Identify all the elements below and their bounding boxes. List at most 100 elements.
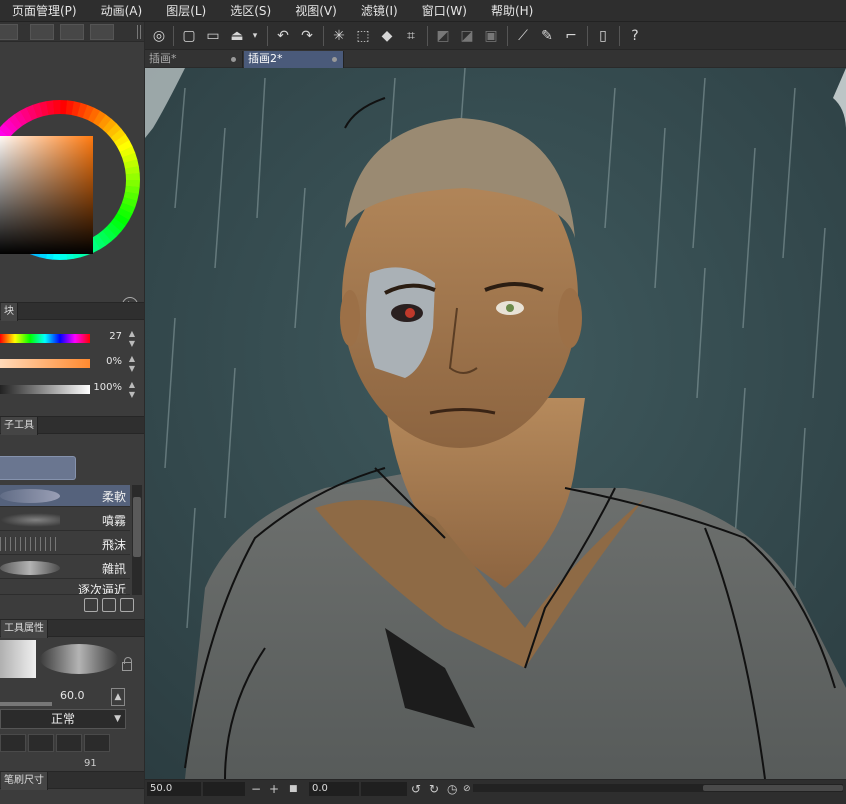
brush-item-spray[interactable]: 噴霧 (0, 509, 130, 531)
brush-item-approx[interactable]: 逐次逼近 (0, 581, 130, 595)
rotate-right-icon[interactable]: ↻ (429, 781, 439, 797)
blend-mode-value: 正常 (50, 712, 75, 726)
sub-tool-title[interactable]: 子工具 (1, 417, 38, 435)
approx-color-tab[interactable] (90, 24, 114, 40)
drawing-canvas[interactable] (145, 68, 846, 779)
rotation-slider[interactable] (361, 782, 407, 796)
brush-stroke-preview (0, 513, 60, 527)
ruler-icon[interactable]: ⟋ (513, 26, 533, 46)
redo-icon[interactable]: ↷ (297, 26, 317, 46)
color-slider-header: 块 (0, 302, 144, 321)
texture-cell[interactable] (84, 734, 110, 752)
menu-layer[interactable]: 图层(L) (154, 0, 218, 22)
brush-stroke-preview (0, 489, 60, 503)
zoom-out-button[interactable]: − (251, 781, 261, 797)
brush-list: 柔軟 噴霧 飛沫 雜訊 逐次逼近 (0, 485, 144, 595)
brush-size-slider[interactable] (0, 702, 52, 706)
scrollbar-thumb[interactable] (133, 497, 141, 557)
brush-size-title[interactable]: 笔刷尺寸 (1, 772, 48, 790)
brush-label: 雜訊 (101, 562, 126, 576)
panel-grip-icon[interactable] (137, 25, 141, 39)
app-window: 页面管理(P) 动画(A) 图层(L) 选区(S) 视图(V) 滤镜(I) 窗口… (0, 0, 846, 804)
brightness-slider-row: 100% ▲ ▼ (0, 379, 144, 401)
brush-item-soft[interactable]: 柔軟 (0, 485, 130, 507)
download-icon[interactable] (84, 598, 98, 612)
brush-item-noise[interactable]: 雜訊 (0, 557, 130, 579)
zoom-field[interactable]: 50.0 (147, 782, 201, 796)
color-set-tab[interactable] (30, 24, 54, 40)
texture-cell[interactable] (28, 734, 54, 752)
brush-label: 噴霧 (101, 514, 126, 528)
toolbar-separator (587, 26, 588, 46)
duplicate-icon[interactable] (102, 598, 116, 612)
brush-size-up-button[interactable]: ▲ (111, 688, 125, 706)
loading-icon[interactable]: ✳ (329, 26, 349, 46)
zoom-in-button[interactable]: + (269, 781, 279, 797)
tone-icon[interactable]: ◩ (433, 26, 453, 46)
hue-spinner[interactable]: ▲ ▼ (126, 329, 138, 349)
chevron-down-icon[interactable]: ▾ (245, 26, 265, 46)
hue-ring-segment[interactable] (125, 173, 140, 181)
scrollbar-thumb[interactable] (703, 785, 843, 791)
flip-icon[interactable]: ⊘ (463, 781, 471, 797)
brightness-slider[interactable] (0, 385, 90, 394)
snap-icon[interactable]: ⌐ (561, 26, 581, 46)
fit-icon[interactable]: ■ (289, 781, 298, 797)
texture-cell[interactable] (0, 734, 26, 752)
brightness-spinner[interactable]: ▲ ▼ (126, 380, 138, 400)
blend-mode-select[interactable]: 正常 ▼ (0, 709, 126, 729)
hue-ring-segment[interactable] (53, 100, 61, 115)
saturation-value: 0% (106, 356, 122, 367)
fill-icon[interactable]: ◆ (377, 26, 397, 46)
menu-view[interactable]: 视图(V) (283, 0, 349, 22)
lock-icon[interactable] (122, 657, 132, 671)
color-wheel[interactable] (0, 42, 145, 318)
left-panel: 255 255 255 块 27 ▲▼ 0% ▲▼ 100% ▲▼ 子工具 (0, 22, 145, 804)
brush-item-splash[interactable]: 飛沫 (0, 533, 130, 555)
smartphone-icon[interactable]: ▯ (593, 26, 613, 46)
reset-rotation-icon[interactable]: ◷ (447, 781, 457, 797)
tab-illustration-1[interactable]: 插画* (145, 51, 243, 68)
rotation-field[interactable]: 0.0 (309, 782, 359, 796)
saturation-spinner[interactable]: ▲ ▼ (126, 354, 138, 374)
intermediate-color-tab[interactable] (60, 24, 84, 40)
help-icon[interactable]: ? (625, 26, 645, 46)
canvas-horizontal-scrollbar[interactable] (473, 784, 843, 792)
zoom-slider[interactable] (203, 782, 245, 796)
palette-tabs (0, 22, 144, 42)
brush-size-row: 60.0 ▲ (0, 686, 144, 708)
close-dot-icon[interactable] (231, 57, 236, 62)
menu-window[interactable]: 窗口(W) (410, 0, 479, 22)
sub-tool-header: 子工具 (0, 416, 144, 435)
trash-icon[interactable] (120, 598, 134, 612)
rotate-left-icon[interactable]: ↺ (411, 781, 421, 797)
color-wheel-tab[interactable] (0, 24, 18, 40)
tab-illustration-2[interactable]: 插画2* (244, 51, 344, 68)
saturation-slider[interactable] (0, 359, 90, 368)
partial-value: 91 (84, 758, 97, 769)
texture-cells (0, 734, 144, 752)
brush-icon[interactable]: ✎ (537, 26, 557, 46)
gradient-icon[interactable]: ◪ (457, 26, 477, 46)
brush-list-scrollbar[interactable] (132, 485, 142, 595)
hue-slider[interactable] (0, 334, 90, 343)
brush-preview-box (0, 640, 36, 678)
save-icon[interactable]: ⏏ (227, 26, 247, 46)
app-logo-icon[interactable]: ◎ (149, 26, 169, 46)
clear-selection-icon[interactable]: ⬚ (353, 26, 373, 46)
new-file-icon[interactable]: ▢ (179, 26, 199, 46)
undo-icon[interactable]: ↶ (273, 26, 293, 46)
menu-filter[interactable]: 滤镜(I) (349, 0, 410, 22)
menu-help[interactable]: 帮助(H) (479, 0, 545, 22)
menu-animation[interactable]: 动画(A) (89, 0, 155, 22)
transform-icon[interactable]: ⌗ (401, 26, 421, 46)
texture-cell[interactable] (56, 734, 82, 752)
menu-selection[interactable]: 选区(S) (218, 0, 283, 22)
open-folder-icon[interactable]: ▭ (203, 26, 223, 46)
frame-icon[interactable]: ▣ (481, 26, 501, 46)
menu-page[interactable]: 页面管理(P) (0, 0, 89, 22)
sub-tool-group-button[interactable] (0, 456, 76, 480)
tool-property-title[interactable]: 工具属性 (1, 620, 48, 638)
close-dot-icon[interactable] (332, 57, 337, 62)
color-slider-title[interactable]: 块 (1, 303, 18, 321)
